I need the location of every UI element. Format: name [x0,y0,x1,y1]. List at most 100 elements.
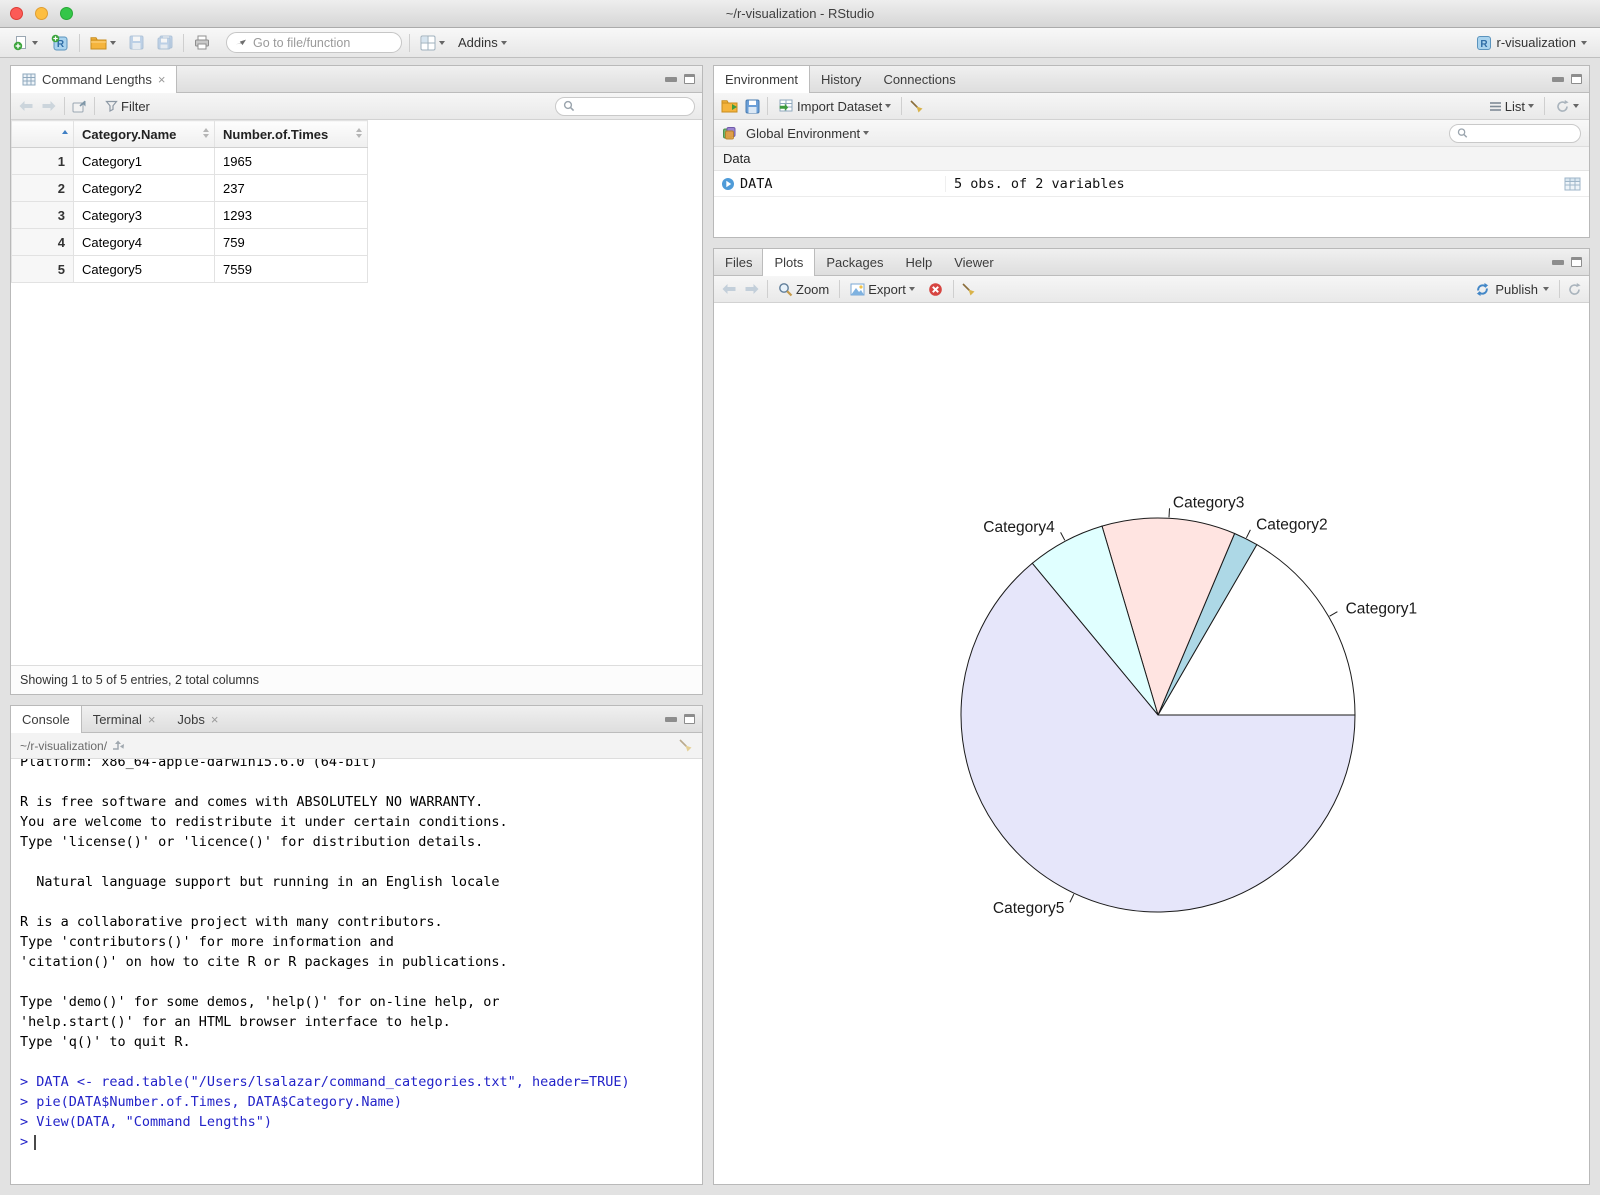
pie-label-tick [1069,893,1075,903]
object-name: DATA [740,175,773,192]
maximize-pane-icon[interactable] [684,714,695,724]
column-header-category-name[interactable]: Category.Name [73,120,215,148]
goto-file-input[interactable] [253,35,383,50]
minimize-pane-icon[interactable] [1552,76,1564,82]
tab-connections[interactable]: Connections [872,66,966,92]
console-output-line: You are welcome to redistribute it under… [20,814,508,830]
minimize-window-button[interactable] [35,7,48,20]
rownum-header[interactable] [11,120,74,148]
console-working-dir-bar: ~/r-visualization/ [11,733,702,759]
clear-plots-broom-icon[interactable] [961,282,976,297]
tab-jobs[interactable]: Jobs × [166,706,229,732]
table-row[interactable]: 4 Category4 759 [11,228,368,256]
minimize-pane-icon[interactable] [665,76,677,82]
refresh-plot-icon[interactable] [1567,282,1582,297]
open-in-window-icon[interactable] [72,100,87,113]
tab-plots[interactable]: Plots [762,249,816,276]
table-row[interactable]: 2 Category2 237 [11,174,368,202]
tab-help[interactable]: Help [894,249,943,275]
table-cell: Category4 [73,228,215,256]
project-name: r-visualization [1496,35,1576,50]
environment-pane: Environment History Connections Import D… [713,65,1590,238]
environment-object-row[interactable]: DATA 5 obs. of 2 variables [714,171,1589,197]
view-data-grid-icon[interactable] [1564,177,1581,191]
viewer-search-input[interactable] [580,99,680,113]
zoom-window-button[interactable] [60,7,73,20]
tab-packages[interactable]: Packages [815,249,894,275]
close-tab-icon[interactable]: × [211,713,219,726]
close-tab-icon[interactable]: × [158,73,166,86]
remove-plot-button[interactable] [925,280,946,299]
console-prompt-line[interactable]: > [20,1132,702,1152]
toolbar-divider [64,97,65,115]
refresh-caret-icon [1573,104,1579,108]
export-plot-button[interactable]: Export [847,280,918,299]
zoom-plot-button[interactable]: Zoom [775,280,832,299]
save-workspace-icon[interactable] [745,99,760,114]
table-row[interactable]: 5 Category5 7559 [11,255,368,283]
expand-object-icon[interactable] [721,177,735,191]
table-cell: 1965 [214,147,368,175]
environment-search-box[interactable] [1449,123,1581,143]
new-file-button[interactable] [10,33,41,53]
tab-history[interactable]: History [810,66,872,92]
environment-search-input[interactable] [1473,126,1573,140]
maximize-pane-icon[interactable] [1571,257,1582,267]
pie-label: Category3 [1173,494,1245,511]
goto-file-box[interactable] [226,32,402,53]
maximize-pane-icon[interactable] [684,74,695,84]
print-button[interactable] [191,33,213,52]
table-row[interactable]: 1 Category1 1965 [11,147,368,175]
plots-pane: Files Plots Packages Help Viewer Zoom Ex… [713,248,1590,1185]
maximize-pane-icon[interactable] [1571,74,1582,84]
save-icon [129,35,144,50]
tab-command-lengths[interactable]: Command Lengths × [11,66,178,93]
close-window-button[interactable] [10,7,23,20]
list-view-button[interactable]: List [1486,97,1537,116]
sort-down-icon [203,134,209,138]
data-table: Category.Name Number.of.Times 1 Category1… [11,120,368,283]
viewer-search-box[interactable] [555,96,695,116]
load-workspace-icon[interactable] [721,99,738,113]
console-cursor [34,1134,37,1150]
refresh-environment-button[interactable] [1552,97,1582,116]
pane-layout-button[interactable] [417,33,448,53]
clear-console-broom-icon[interactable] [678,738,693,753]
console-body[interactable]: Platform: x86_64-apple-darwin15.6.0 (64-… [11,759,702,1184]
tab-viewer[interactable]: Viewer [943,249,1005,275]
print-icon [195,35,209,50]
clear-environment-broom-icon[interactable] [909,99,924,114]
tab-label: Command Lengths [42,72,152,87]
new-file-caret-icon [32,40,38,45]
tab-environment[interactable]: Environment [714,66,810,93]
tab-files[interactable]: Files [714,249,763,275]
table-row[interactable]: 3 Category3 1293 [11,201,368,229]
pie-label: Category5 [993,900,1065,917]
environment-scope-selector[interactable]: Global Environment [743,124,872,143]
tab-terminal[interactable]: Terminal × [82,706,167,732]
pie-label-tick [1245,529,1251,539]
publish-button[interactable]: Publish [1472,280,1552,299]
minimize-pane-icon[interactable] [665,716,677,722]
pane-layout-caret-icon [439,40,445,45]
open-file-caret-icon [110,40,116,45]
tab-console[interactable]: Console [11,706,82,733]
goto-directory-icon[interactable] [112,740,125,751]
open-file-button[interactable] [87,34,119,52]
new-file-icon [13,35,26,50]
filter-button[interactable]: Filter [102,97,153,116]
scope-caret-icon [863,131,870,135]
close-tab-icon[interactable]: × [148,713,156,726]
export-caret-icon [908,287,915,291]
minimize-pane-icon[interactable] [1552,259,1564,265]
new-project-button[interactable]: R [48,32,72,53]
toolbar-divider [409,33,410,52]
console-output-line: 'help.start()' for an HTML browser inter… [20,1014,451,1030]
import-dataset-button[interactable]: Import Dataset [775,97,894,116]
table-cell: Category1 [73,147,215,175]
import-dataset-label: Import Dataset [797,98,883,114]
project-selector[interactable]: R r-visualization [1473,33,1590,53]
addins-button[interactable]: Addins [455,33,510,52]
column-header-number-of-times[interactable]: Number.of.Times [214,120,368,148]
